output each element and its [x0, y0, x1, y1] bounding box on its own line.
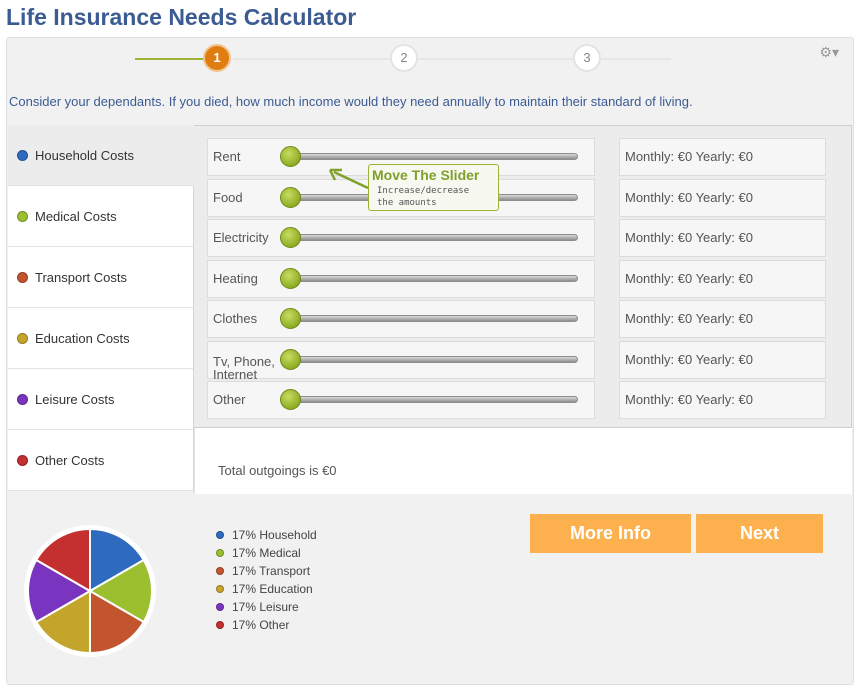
slider-track[interactable] — [294, 396, 578, 403]
row-value: Monthly: €0 Yearly: €0 — [619, 381, 826, 419]
legend-dot — [216, 549, 224, 557]
legend-item: 17% Education — [216, 580, 317, 598]
category-other[interactable]: Other Costs — [8, 430, 194, 491]
category-label: Education Costs — [35, 330, 130, 346]
category-transport[interactable]: Transport Costs — [8, 247, 194, 308]
category-color-dot — [17, 149, 28, 161]
slider-track[interactable] — [294, 153, 578, 160]
category-label: Transport Costs — [35, 269, 127, 285]
row-label: Electricity — [213, 230, 269, 245]
calculator-panel: ⚙▾ 1 2 3 Consider your dependants. If yo… — [6, 37, 854, 685]
pie-legend: 17% Household 17% Medical 17% Transport … — [216, 526, 317, 634]
step-3[interactable]: 3 — [573, 44, 601, 72]
slider-thumb[interactable] — [280, 268, 301, 289]
tooltip-line: the amounts — [377, 198, 437, 208]
slider-thumb[interactable] — [280, 187, 301, 208]
step-indicator: 1 2 3 — [7, 38, 853, 82]
category-color-dot — [17, 210, 28, 222]
total-area: Total outgoings is €0 — [194, 428, 852, 494]
legend-label: 17% Other — [232, 618, 290, 632]
slider-thumb[interactable] — [280, 308, 301, 329]
slider-area: Rent Monthly: €0 Yearly: €0 Food Monthly… — [194, 125, 852, 428]
legend-item: 17% Leisure — [216, 598, 317, 616]
legend-dot — [216, 603, 224, 611]
tooltip-arrow-icon — [328, 168, 369, 190]
slider-thumb[interactable] — [280, 349, 301, 370]
row-label: Food — [213, 190, 243, 205]
slider-hint-tooltip: Move The Slider Increase/decrease the am… — [368, 164, 499, 211]
category-medical[interactable]: Medical Costs — [8, 186, 194, 247]
slider-row-clothes: Clothes — [207, 300, 595, 338]
tooltip-text: Increase/decrease the amounts — [377, 185, 469, 209]
legend-dot — [216, 567, 224, 575]
step-line — [135, 58, 205, 60]
total-outgoings: Total outgoings is €0 — [218, 463, 337, 478]
legend-dot — [216, 585, 224, 593]
row-label: Clothes — [213, 311, 258, 326]
step-1[interactable]: 1 — [203, 44, 231, 72]
legend-item: 17% Other — [216, 616, 317, 634]
cost-pie-chart — [24, 525, 156, 657]
slider-track[interactable] — [294, 234, 578, 241]
slider-row-other: Other — [207, 381, 595, 419]
step-line — [233, 58, 393, 60]
step-line — [601, 58, 671, 60]
category-color-dot — [17, 271, 28, 283]
legend-label: 17% Leisure — [232, 600, 299, 614]
category-label: Medical Costs — [35, 208, 117, 224]
category-color-dot — [17, 393, 28, 405]
row-value: Monthly: €0 Yearly: €0 — [619, 260, 826, 298]
category-label: Leisure Costs — [35, 391, 115, 407]
slider-track[interactable] — [294, 315, 578, 322]
tooltip-title: Move The Slider — [372, 167, 480, 183]
slider-row-tv-phone-internet: Tv, Phone, Internet — [207, 341, 595, 382]
category-household[interactable]: Household Costs — [8, 125, 194, 186]
category-color-dot — [17, 332, 28, 344]
row-value: Monthly: €0 Yearly: €0 — [619, 300, 826, 338]
page-title: Life Insurance Needs Calculator — [6, 4, 357, 30]
slider-thumb[interactable] — [280, 227, 301, 248]
step-2[interactable]: 2 — [390, 44, 418, 72]
legend-dot — [216, 621, 224, 629]
legend-label: 17% Household — [232, 528, 317, 542]
instructions-text: Consider your dependants. If you died, h… — [9, 94, 693, 109]
more-info-button[interactable]: More Info — [530, 514, 691, 553]
legend-label: 17% Transport — [232, 564, 311, 578]
tooltip-line: Increase/decrease — [377, 186, 470, 196]
slider-track[interactable] — [294, 275, 578, 282]
row-label: Heating — [213, 271, 258, 286]
category-color-dot — [17, 454, 28, 466]
category-label: Other Costs — [35, 452, 105, 468]
slider-row-heating: Heating — [207, 260, 595, 298]
category-education[interactable]: Education Costs — [8, 308, 194, 369]
legend-item: 17% Household — [216, 526, 317, 544]
category-label: Household Costs — [35, 147, 134, 163]
legend-label: 17% Education — [232, 582, 313, 596]
slider-row-electricity: Electricity — [207, 219, 595, 257]
row-value: Monthly: €0 Yearly: €0 — [619, 179, 826, 217]
row-value: Monthly: €0 Yearly: €0 — [619, 138, 826, 176]
row-label: Rent — [213, 149, 241, 164]
next-button[interactable]: Next — [696, 514, 823, 553]
slider-thumb[interactable] — [280, 146, 301, 167]
category-leisure[interactable]: Leisure Costs — [8, 369, 194, 430]
step-line — [417, 58, 577, 60]
legend-dot — [216, 531, 224, 539]
slider-thumb[interactable] — [280, 389, 301, 410]
legend-item: 17% Medical — [216, 544, 317, 562]
row-label: Tv, Phone, Internet — [213, 354, 275, 382]
slider-track[interactable] — [294, 356, 578, 363]
row-value: Monthly: €0 Yearly: €0 — [619, 219, 826, 257]
category-list: Household Costs Medical Costs Transport … — [8, 125, 194, 491]
row-value: Monthly: €0 Yearly: €0 — [619, 341, 826, 379]
row-label: Other — [213, 392, 246, 407]
legend-item: 17% Transport — [216, 562, 317, 580]
legend-label: 17% Medical — [232, 546, 301, 560]
